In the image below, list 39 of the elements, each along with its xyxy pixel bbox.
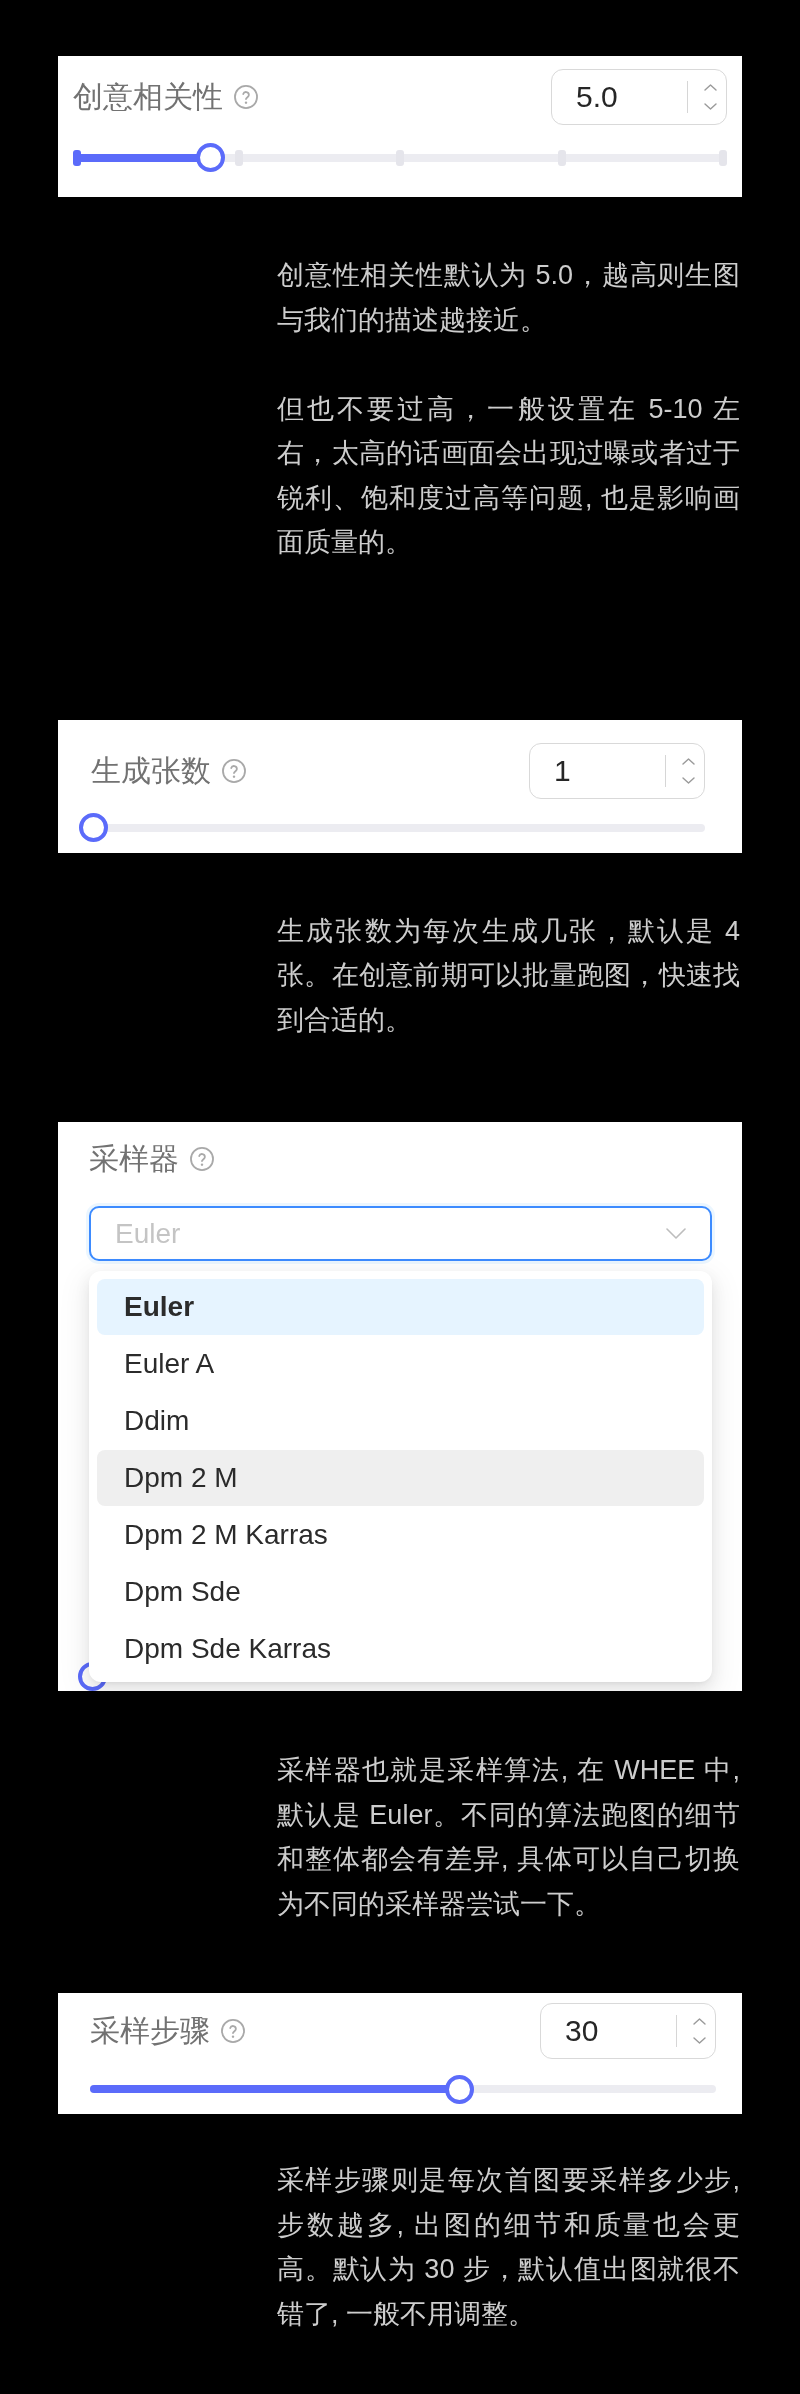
dropdown-option[interactable]: Euler [97,1279,704,1335]
chevron-down-icon [692,2037,706,2044]
value-field[interactable]: 30 [565,2014,665,2048]
slider-track[interactable] [73,143,727,172]
chevron-up-icon [681,757,695,765]
number-input[interactable]: 5.0 [551,69,727,125]
help-icon [221,2019,245,2043]
note-text: 生成张数为每次生成几张，默认是 4 张。在创意前期可以批量跑图，快速找到合适的。 [277,914,740,1037]
value-field[interactable]: 1 [554,753,654,788]
note-text: 采样器也就是采样算法, 在 WHEE 中, 默认是 Euler。不同的算法跑图的细节和整体都会有差异, 具体可以自己切换为不同的采样器尝试一下。 [277,1754,740,1921]
field-label: 采样步骤 [90,2013,210,2049]
dropdown-option[interactable]: Dpm 2 M [97,1450,704,1506]
number-input[interactable]: 30 [540,2003,716,2059]
field-label: 采样器 [89,1141,179,1177]
slider-tick [396,149,404,166]
note-text: 但也不要过高，一般设置在 5-10 左右，太高的话画面会出现过曝或者过于锐利、饱和度过高等问题, 也是影响画面质量的。 [277,392,740,559]
number-input[interactable]: 1 [529,742,705,799]
chevron-down-icon [666,1228,686,1239]
help-icon [234,85,258,109]
field-label: 生成张数 [91,752,211,789]
help-icon [190,1147,214,1171]
note-text: 创意性相关性默认为 5.0，越高则生图与我们的描述越接近。 [277,259,740,337]
field-label: 创意相关性 [73,79,223,115]
help-icon [222,758,246,783]
slider-track[interactable] [90,2074,716,2104]
slider-tick [73,149,81,166]
value-field[interactable]: 5.0 [576,80,676,114]
slider-tick [719,149,727,166]
slider-thumb[interactable] [444,2074,474,2104]
chevron-up-icon [692,2018,706,2025]
chevron-down-icon [703,103,717,110]
note-text: 采样步骤则是每次首图要采样多少步, 步数越多, 出图的细节和质量也会更高。默认为 30 步，默认值出图就很不错了, 一般不用调整。 [277,2164,740,2331]
slider-tick [234,149,243,166]
chevron-down-icon [681,776,695,784]
slider-thumb[interactable] [195,143,225,172]
chevron-up-icon [703,84,717,91]
slider-track[interactable] [78,813,705,842]
slider-tick [557,149,566,166]
slider-thumb[interactable] [78,813,108,842]
